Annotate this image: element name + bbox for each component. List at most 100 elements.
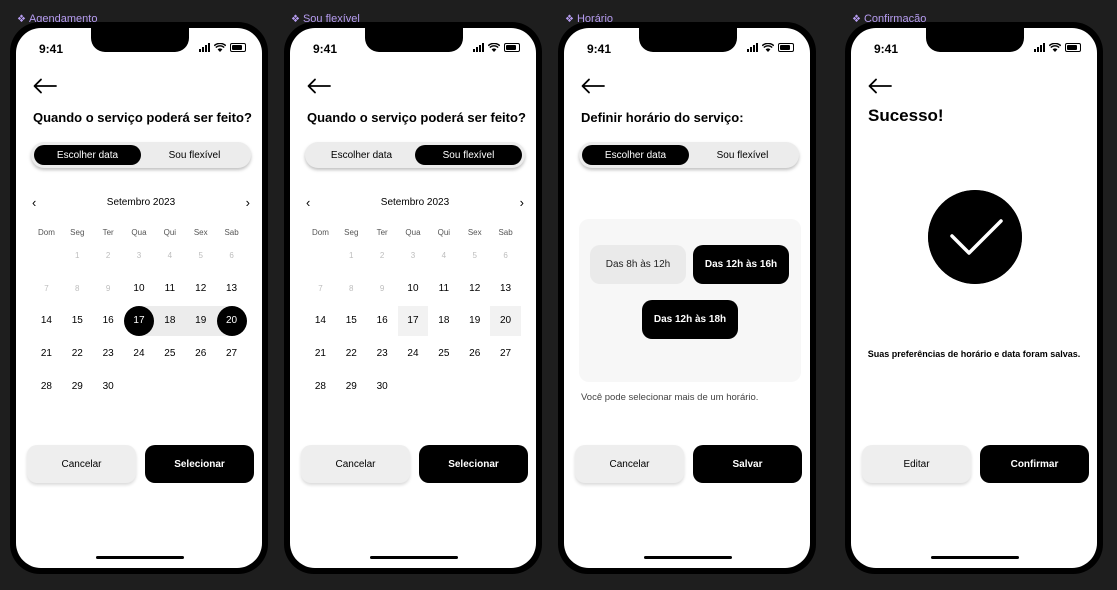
next-month-icon[interactable]: › [514,196,530,209]
cancel-button[interactable]: Cancelar [27,445,136,483]
calendar-day[interactable]: 22 [62,339,93,369]
calendar-day[interactable]: 30 [367,372,398,402]
select-button[interactable]: Selecionar [419,445,528,483]
calendar-day[interactable]: 25 [154,339,185,369]
calendar-day[interactable]: 14 [305,306,336,336]
calendar-day[interactable]: 21 [31,339,62,369]
segment-escolher-data[interactable]: Escolher data [582,145,689,165]
calendar-day[interactable]: 18 [428,306,459,336]
calendar-day[interactable]: 21 [305,339,336,369]
calendar-day[interactable]: 29 [336,372,367,402]
calendar-day[interactable]: 16 [93,306,124,336]
calendar-day[interactable]: 12 [185,274,216,304]
weekday-header: Dom Seg Ter Qua Qui Sex Sab [31,224,247,240]
next-month-icon[interactable]: › [240,196,256,209]
calendar-week: 7 8 9 10 11 12 13 [31,273,247,306]
calendar-day[interactable]: 7 [305,274,336,304]
page-title: Sucesso! [868,106,944,125]
calendar-day[interactable]: 17 [397,306,429,337]
calendar-day[interactable]: 8 [336,274,367,304]
calendar-day[interactable]: 2 [93,241,124,271]
calendar-day[interactable]: 9 [93,274,124,304]
save-button[interactable]: Salvar [693,445,802,483]
calendar-day[interactable]: 5 [459,241,490,271]
calendar-day[interactable]: 25 [428,339,459,369]
back-arrow-icon[interactable] [307,78,331,94]
edit-button[interactable]: Editar [862,445,971,483]
prev-month-icon[interactable]: ‹ [300,196,316,209]
calendar-day[interactable]: 14 [31,306,62,336]
calendar-day[interactable]: 19 [185,306,216,336]
wifi-icon [762,43,774,52]
segment-sou-flexivel[interactable]: Sou flexível [689,145,796,165]
segment-sou-flexivel[interactable]: Sou flexível [415,145,522,165]
calendar-day[interactable]: 15 [336,306,367,336]
calendar-day[interactable]: 13 [216,274,247,304]
calendar-day[interactable]: 11 [428,274,459,304]
calendar-week: 123456 [305,240,521,273]
segment-escolher-data[interactable]: Escolher data [34,145,141,165]
calendar-day[interactable]: 16 [367,306,398,336]
cancel-button[interactable]: Cancelar [301,445,410,483]
back-arrow-icon[interactable] [581,78,605,94]
status-icons [199,43,246,52]
calendar-day[interactable]: 2 [367,241,398,271]
calendar-day[interactable]: 27 [490,339,521,369]
signal-icon [199,43,210,52]
calendar-day[interactable]: 26 [459,339,490,369]
calendar-day[interactable]: 18 [154,306,185,336]
calendar-day[interactable]: 29 [62,372,93,402]
calendar-day[interactable]: 10 [398,274,429,304]
calendar-day[interactable]: 24 [124,339,155,369]
calendar-day[interactable]: 11 [154,274,185,304]
calendar-day[interactable]: 28 [305,372,336,402]
calendar-day[interactable]: 3 [398,241,429,271]
time-slot-12-18[interactable]: Das 12h às 18h [642,300,738,339]
calendar-day[interactable]: 5 [185,241,216,271]
prev-month-icon[interactable]: ‹ [26,196,42,209]
back-arrow-icon[interactable] [868,78,892,94]
calendar-day[interactable]: 8 [62,274,93,304]
calendar-day[interactable]: 1 [62,241,93,271]
calendar-week: 14 15 16 17 18 19 20 [31,305,247,338]
time-slot-8-12[interactable]: Das 8h às 12h [590,245,686,284]
calendar-day[interactable]: 23 [93,339,124,369]
calendar-day[interactable]: 20 [216,306,247,337]
confirm-button[interactable]: Confirmar [980,445,1089,483]
signal-icon [747,43,758,52]
calendar-day[interactable]: 9 [367,274,398,304]
calendar-day[interactable]: 7 [31,274,62,304]
back-arrow-icon[interactable] [33,78,57,94]
calendar-day[interactable]: 1 [336,241,367,271]
signal-icon [473,43,484,52]
calendar-day[interactable]: 28 [31,372,62,402]
component-icon: ❖ [17,14,26,25]
calendar-day[interactable]: 23 [367,339,398,369]
calendar-day[interactable]: 13 [490,274,521,304]
segment-sou-flexivel[interactable]: Sou flexível [141,145,248,165]
segment-escolher-data[interactable]: Escolher data [308,145,415,165]
calendar-day[interactable]: 26 [185,339,216,369]
calendar-grid: Dom Seg Ter Qua Qui Sex Sab 1 2 3 4 5 6 7 8 9 10 11 12 13 14… [31,224,247,403]
calendar-day[interactable]: 27 [216,339,247,369]
calendar-empty-cell [428,372,459,402]
select-button[interactable]: Selecionar [145,445,254,483]
time-slot-12-16[interactable]: Das 12h às 16h [693,245,789,284]
calendar-day[interactable]: 4 [428,241,459,271]
calendar-day[interactable]: 30 [93,372,124,402]
calendar-day[interactable]: 12 [459,274,490,304]
cancel-button[interactable]: Cancelar [575,445,684,483]
weekday-label: Sab [498,227,513,237]
calendar-day[interactable]: 3 [124,241,155,271]
calendar-day[interactable]: 15 [62,306,93,336]
calendar-day[interactable]: 22 [336,339,367,369]
calendar-day[interactable]: 10 [124,274,155,304]
calendar-day[interactable]: 6 [490,241,521,271]
calendar-day[interactable]: 19 [459,306,490,336]
calendar-day[interactable]: 6 [216,241,247,271]
status-icons [473,43,520,52]
calendar-day[interactable]: 24 [398,339,429,369]
screen: 9:41 Definir horário do serviço: Escolhe… [564,28,810,568]
calendar-day[interactable]: 20 [490,306,521,337]
calendar-day[interactable]: 4 [154,241,185,271]
